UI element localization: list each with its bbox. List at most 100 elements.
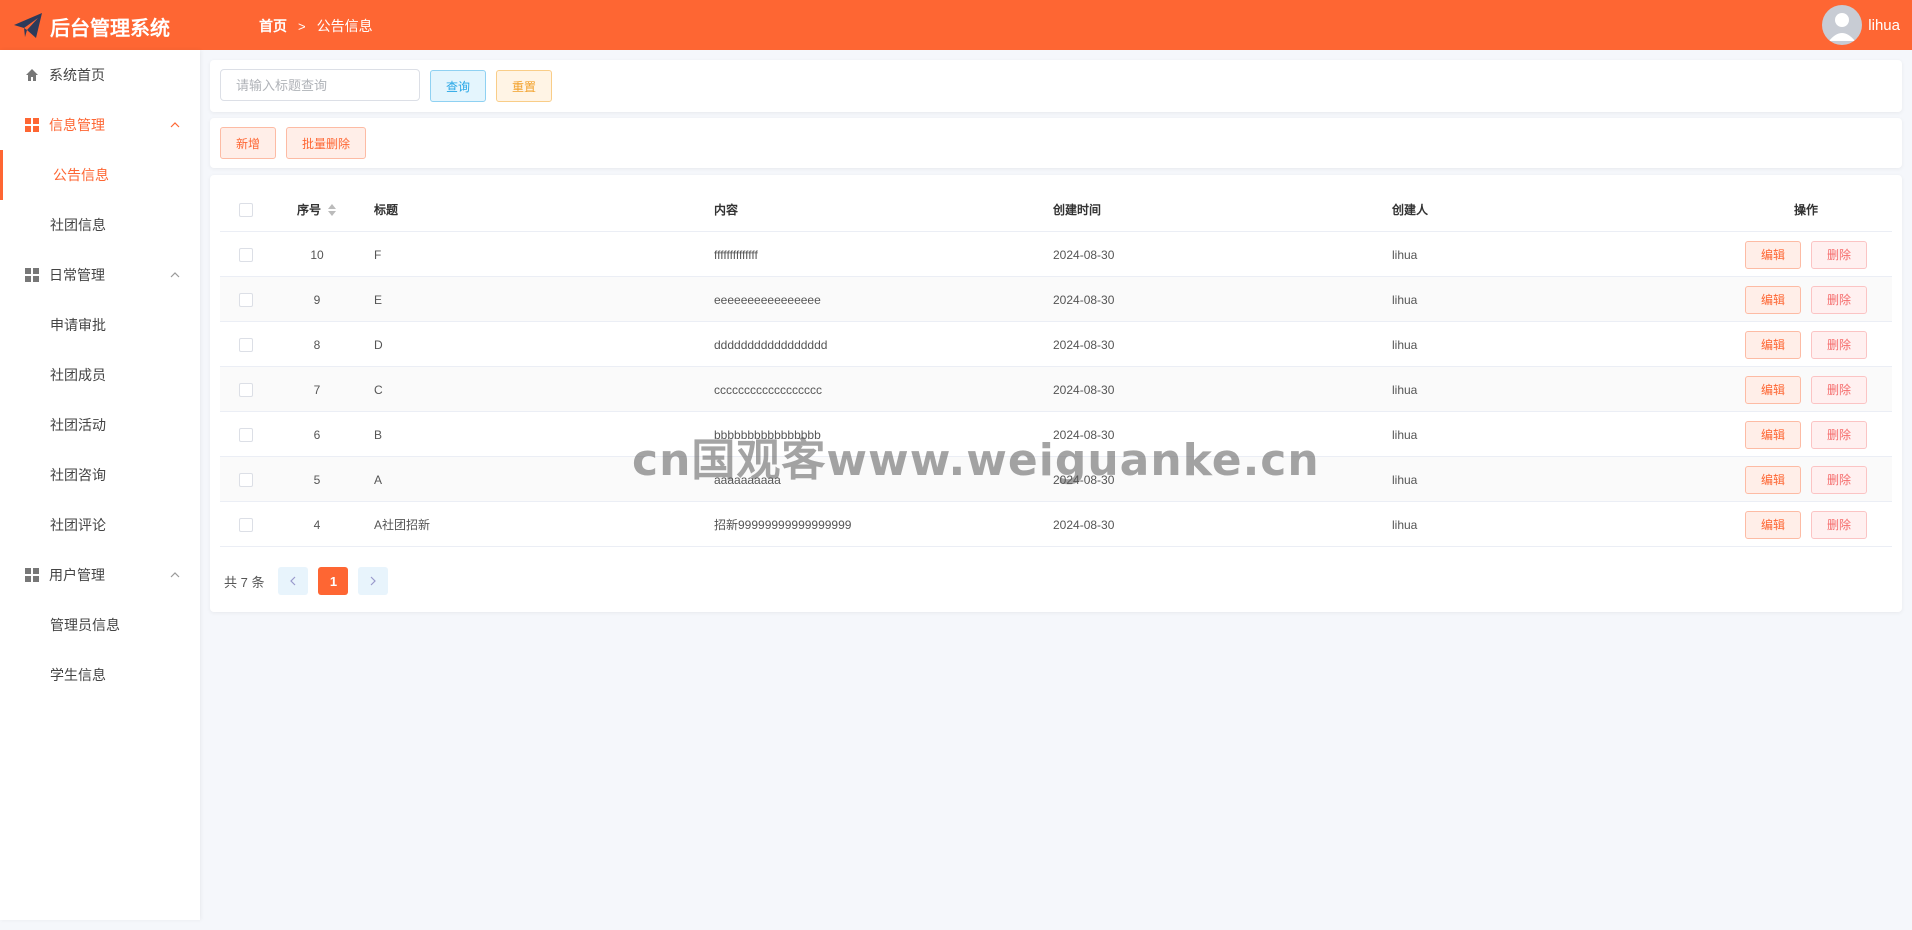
chevron-right-icon bbox=[371, 576, 377, 586]
row-checkbox[interactable] bbox=[239, 337, 253, 352]
edit-button[interactable]: 编辑 bbox=[1745, 375, 1801, 404]
sidebar-group-daily[interactable]: 日常管理 bbox=[0, 250, 200, 300]
chevron-up-icon bbox=[170, 272, 180, 278]
edit-button[interactable]: 编辑 bbox=[1745, 330, 1801, 359]
table-panel: 序号 标题 内容 创建时间 创建人 操作 10 F ffffffffffffff… bbox=[210, 175, 1902, 612]
cell-content: 招新99999999999999999 bbox=[714, 518, 852, 532]
delete-button[interactable]: 删除 bbox=[1811, 330, 1867, 359]
table-row: 9 E eeeeeeeeeeeeeeee 2024-08-30 lihua 编辑… bbox=[220, 277, 1892, 322]
sidebar-item-notices[interactable]: 公告信息 bbox=[0, 150, 200, 200]
column-header-title: 标题 bbox=[374, 203, 399, 217]
grid-icon bbox=[25, 568, 39, 582]
table-header-row: 序号 标题 内容 创建时间 创建人 操作 bbox=[220, 187, 1892, 232]
cell-ops: 编辑 删除 bbox=[1720, 277, 1892, 322]
avatar[interactable] bbox=[1822, 5, 1863, 45]
query-button[interactable]: 查询 bbox=[430, 70, 486, 102]
column-header-content: 内容 bbox=[714, 203, 739, 217]
next-page-button[interactable] bbox=[358, 567, 389, 595]
table-row: 8 D ddddddddddddddddd 2024-08-30 lihua 编… bbox=[220, 322, 1892, 367]
header-no[interactable]: 序号 bbox=[277, 187, 357, 232]
delete-button[interactable]: 删除 bbox=[1811, 285, 1867, 314]
column-header-ops: 操作 bbox=[1793, 203, 1818, 217]
cell-creator: lihua bbox=[1392, 292, 1418, 307]
delete-button[interactable]: 删除 bbox=[1811, 420, 1867, 449]
sidebar-group-users[interactable]: 用户管理 bbox=[0, 550, 200, 600]
cell-time: 2024-08-30 bbox=[1053, 292, 1115, 307]
delete-button[interactable]: 删除 bbox=[1811, 465, 1867, 494]
row-checkbox[interactable] bbox=[239, 427, 253, 442]
row-checkbox[interactable] bbox=[239, 247, 253, 262]
username: lihua bbox=[1868, 16, 1900, 34]
cell-ops: 编辑 删除 bbox=[1720, 322, 1892, 367]
prev-page-button[interactable] bbox=[278, 567, 309, 595]
cell-ops: 编辑 删除 bbox=[1720, 412, 1892, 457]
column-header-time: 创建时间 bbox=[1053, 203, 1102, 217]
sidebar-item-label: 社团评论 bbox=[50, 517, 106, 533]
cell-time: 2024-08-30 bbox=[1053, 247, 1115, 262]
column-header-no: 序号 bbox=[296, 203, 321, 217]
cell-ops: 编辑 删除 bbox=[1720, 457, 1892, 502]
row-checkbox[interactable] bbox=[239, 517, 253, 532]
row-checkbox-cell bbox=[239, 277, 253, 322]
row-checkbox[interactable] bbox=[239, 382, 253, 397]
cell-creator: lihua bbox=[1392, 427, 1418, 442]
breadcrumb-separator-icon: > bbox=[298, 18, 306, 34]
search-input[interactable] bbox=[220, 69, 420, 101]
reset-button[interactable]: 重置 bbox=[496, 70, 552, 102]
sidebar-item-members[interactable]: 社团成员 bbox=[0, 350, 200, 400]
add-button[interactable]: 新增 bbox=[220, 127, 276, 159]
batch-delete-button[interactable]: 批量删除 bbox=[286, 127, 366, 159]
edit-button[interactable]: 编辑 bbox=[1745, 285, 1801, 314]
cell-title: E bbox=[374, 292, 383, 307]
sidebar-item-label: 公告信息 bbox=[53, 167, 109, 183]
sort-icon[interactable] bbox=[327, 203, 337, 217]
delete-button[interactable]: 删除 bbox=[1811, 375, 1867, 404]
sidebar-item-approvals[interactable]: 申请审批 bbox=[0, 300, 200, 350]
table-row: 7 C cccccccccccccccccc 2024-08-30 lihua … bbox=[220, 367, 1892, 412]
chevron-up-icon bbox=[170, 122, 180, 128]
breadcrumb-home[interactable]: 首页 bbox=[259, 16, 287, 36]
row-checkbox[interactable] bbox=[239, 292, 253, 307]
sidebar-item-comments[interactable]: 社团评论 bbox=[0, 500, 200, 550]
cell-creator: lihua bbox=[1392, 472, 1418, 487]
cell-time: 2024-08-30 bbox=[1053, 382, 1115, 397]
cell-ops: 编辑 删除 bbox=[1720, 502, 1892, 547]
sidebar-item-activities[interactable]: 社团活动 bbox=[0, 400, 200, 450]
cell-time: 2024-08-30 bbox=[1053, 517, 1115, 532]
cell-title: D bbox=[374, 337, 383, 352]
sidebar-item-consult[interactable]: 社团咨询 bbox=[0, 450, 200, 500]
breadcrumb-current: 公告信息 bbox=[316, 18, 373, 34]
row-checkbox-cell bbox=[239, 367, 253, 412]
table-row: 10 F ffffffffffffff 2024-08-30 lihua 编辑 … bbox=[220, 232, 1892, 277]
sidebar-group-info[interactable]: 信息管理 bbox=[0, 100, 200, 150]
cell-content: ddddddddddddddddd bbox=[714, 337, 828, 352]
search-panel: 查询 重置 bbox=[210, 60, 1902, 112]
row-checkbox[interactable] bbox=[239, 472, 253, 487]
sidebar-item-label: 系统首页 bbox=[49, 67, 105, 83]
edit-button[interactable]: 编辑 bbox=[1745, 465, 1801, 494]
sidebar-item-club-info[interactable]: 社团信息 bbox=[0, 200, 200, 250]
edit-button[interactable]: 编辑 bbox=[1745, 510, 1801, 539]
row-checkbox-cell bbox=[239, 502, 253, 547]
delete-button[interactable]: 删除 bbox=[1811, 240, 1867, 269]
edit-button[interactable]: 编辑 bbox=[1745, 240, 1801, 269]
sidebar-item-admins[interactable]: 管理员信息 bbox=[0, 600, 200, 650]
pagination: 共 7 条 1 bbox=[224, 567, 398, 595]
cell-no: 4 bbox=[313, 517, 321, 532]
user-menu[interactable]: lihua bbox=[1822, 5, 1900, 45]
sidebar-item-home[interactable]: 系统首页 bbox=[0, 50, 200, 100]
logo[interactable]: 后台管理系统 bbox=[12, 10, 170, 42]
top-header: 后台管理系统 首页 > 公告信息 lihua bbox=[0, 0, 1912, 50]
select-all-checkbox[interactable] bbox=[239, 202, 253, 217]
cell-creator: lihua bbox=[1392, 517, 1418, 532]
sidebar-item-students[interactable]: 学生信息 bbox=[0, 650, 200, 700]
delete-button[interactable]: 删除 bbox=[1811, 510, 1867, 539]
sidebar-item-label: 日常管理 bbox=[49, 267, 105, 283]
cell-content: ffffffffffffff bbox=[714, 247, 758, 262]
edit-button[interactable]: 编辑 bbox=[1745, 420, 1801, 449]
home-icon bbox=[26, 69, 38, 81]
cell-title: F bbox=[374, 247, 382, 262]
page-button-current[interactable]: 1 bbox=[318, 567, 349, 595]
sidebar: 系统首页 信息管理 公告信息 社团信息 日常管理 申请审批 社团成员 社团活动 … bbox=[0, 50, 200, 920]
cell-title: A bbox=[374, 472, 383, 487]
